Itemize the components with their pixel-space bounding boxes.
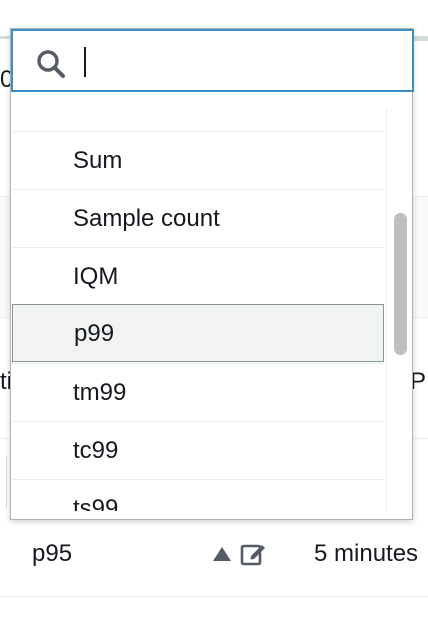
row-actions bbox=[212, 541, 266, 572]
option-p99[interactable]: p99 bbox=[12, 304, 384, 362]
triangle-up-icon[interactable] bbox=[212, 546, 232, 567]
search-box[interactable] bbox=[11, 29, 414, 92]
search-icon bbox=[35, 48, 67, 85]
option-tm99[interactable]: tm99 bbox=[12, 363, 384, 421]
option-sample-count[interactable]: Sample count bbox=[12, 189, 384, 247]
search-input[interactable] bbox=[79, 41, 399, 81]
scrollbar-thumb[interactable] bbox=[394, 213, 407, 355]
text-caret bbox=[84, 47, 86, 77]
period-value: 5 minutes bbox=[314, 540, 419, 567]
option-ts99[interactable]: ts99 bbox=[12, 479, 384, 511]
option-tc99[interactable]: tc99 bbox=[12, 421, 384, 479]
options-list[interactable]: Sum Sample count IQM p99 tm99 tc99 ts99 bbox=[12, 109, 384, 511]
statistic-value: p95 bbox=[32, 540, 73, 567]
table-column-divider bbox=[6, 456, 7, 508]
statistic-dropdown: Sum Sample count IQM p99 tm99 tc99 ts99 bbox=[10, 28, 414, 520]
option-iqm[interactable]: IQM bbox=[12, 247, 384, 305]
page-top-divider-right bbox=[412, 38, 428, 41]
table-divider bbox=[0, 596, 428, 597]
option-sum[interactable]: Sum bbox=[12, 131, 384, 189]
edit-icon[interactable] bbox=[240, 541, 266, 572]
scrollbar[interactable] bbox=[386, 109, 408, 511]
